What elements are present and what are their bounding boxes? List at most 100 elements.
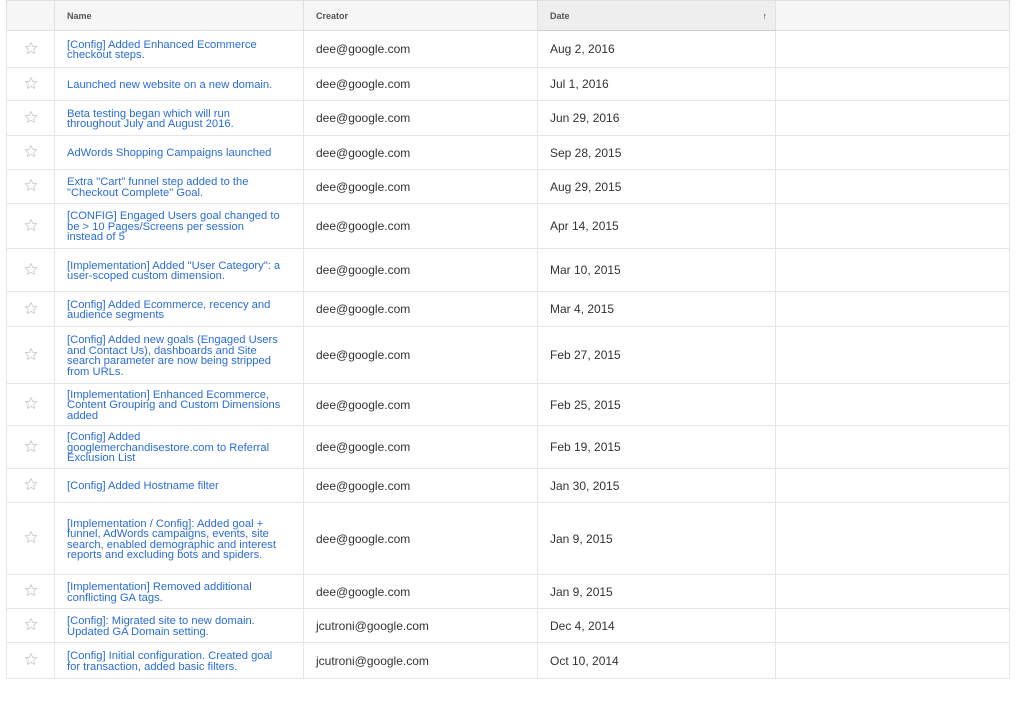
star-outline-icon[interactable]: [24, 41, 38, 55]
annotation-name-cell: [Config] Added googlemerchandisestore.co…: [54, 425, 304, 469]
star-outline-icon[interactable]: [24, 178, 38, 192]
star-outline-icon[interactable]: [24, 76, 38, 90]
star-cell: [6, 135, 55, 170]
creator-cell: jcutroni@google.com: [303, 642, 538, 679]
creator-cell: dee@google.com: [303, 67, 538, 101]
star-outline-icon[interactable]: [24, 262, 38, 276]
annotation-name-link[interactable]: [Config] Added Enhanced Ecommerce checko…: [67, 39, 257, 62]
date-text: Jun 29, 2016: [550, 111, 620, 125]
star-cell: [6, 291, 55, 327]
creator-text: jcutroni@google.com: [316, 653, 429, 668]
date-cell: Jan 9, 2015: [537, 574, 776, 609]
blank-cell: [775, 30, 1010, 68]
star-cell: [6, 67, 55, 101]
table-row: Beta testing began which will run throug…: [6, 100, 1010, 136]
annotation-name-link[interactable]: [Implementation] Added "User Category": …: [67, 260, 280, 283]
name-column-header[interactable]: Name: [54, 0, 304, 31]
star-outline-icon[interactable]: [24, 617, 38, 631]
date-text: Jan 30, 2015: [550, 478, 620, 493]
name-header-label: Name: [67, 10, 92, 21]
creator-cell: dee@google.com: [303, 502, 538, 575]
star-outline-icon[interactable]: [24, 396, 38, 410]
star-cell: [6, 383, 55, 426]
date-text: Jan 9, 2015: [550, 584, 613, 599]
annotation-name-link[interactable]: [Config] Added new goals (Engaged Users …: [67, 334, 278, 378]
sort-ascending-icon: ↑: [762, 11, 768, 21]
annotation-name-link[interactable]: [Config] Initial configuration. Created …: [67, 650, 272, 673]
creator-cell: dee@google.com: [303, 383, 538, 426]
creator-cell: dee@google.com: [303, 468, 538, 503]
annotation-name-cell: [Implementation] Added "User Category": …: [54, 248, 304, 292]
table-row: AdWords Shopping Campaigns launched dee@g…: [6, 135, 1010, 170]
date-column-header[interactable]: Date ↑: [537, 0, 776, 31]
creator-text: dee@google.com: [316, 440, 411, 454]
annotation-name-link[interactable]: [Implementation] Enhanced Ecommerce, Con…: [67, 389, 280, 422]
date-text: Oct 10, 2014: [550, 653, 619, 668]
creator-cell: dee@google.com: [303, 169, 538, 204]
blank-cell: [775, 291, 1010, 327]
annotation-name-link[interactable]: [Config] Added googlemerchandisestore.co…: [67, 431, 269, 464]
date-cell: Feb 25, 2015: [537, 383, 776, 426]
table-row: [Config] Added Ecommerce, recency and au…: [6, 291, 1010, 327]
annotation-name-link[interactable]: [Config] Added Ecommerce, recency and au…: [67, 299, 270, 322]
creator-column-header[interactable]: Creator: [303, 0, 538, 31]
annotation-name-cell: [Config] Added Hostname filter: [54, 468, 304, 503]
star-outline-icon[interactable]: [24, 301, 38, 315]
annotation-name-cell: [CONFIG] Engaged Users goal changed to b…: [54, 203, 304, 249]
annotation-name-link[interactable]: Extra "Cart" funnel step added to the "C…: [67, 176, 248, 199]
date-cell: Oct 10, 2014: [537, 642, 776, 679]
annotation-name-link[interactable]: Beta testing began which will run throug…: [67, 108, 234, 131]
star-outline-icon[interactable]: [24, 110, 38, 124]
annotation-name-cell: [Config] Added new goals (Engaged Users …: [54, 326, 304, 384]
blank-cell: [775, 383, 1010, 426]
star-cell: [6, 203, 55, 249]
date-cell: Feb 19, 2015: [537, 425, 776, 469]
star-outline-icon[interactable]: [24, 652, 38, 666]
creator-cell: dee@google.com: [303, 30, 538, 68]
creator-text: dee@google.com: [316, 478, 411, 493]
annotation-name-link[interactable]: Launched new website on a new domain.: [67, 79, 272, 91]
star-outline-icon[interactable]: [24, 144, 38, 158]
date-cell: Mar 4, 2015: [537, 291, 776, 327]
annotation-name-cell: [Config]: Migrated site to new domain. U…: [54, 608, 304, 643]
annotation-name-link[interactable]: [Config]: Migrated site to new domain. U…: [67, 615, 255, 638]
annotation-name-link[interactable]: [Implementation] Removed additional conf…: [67, 581, 252, 604]
star-outline-icon[interactable]: [24, 530, 38, 544]
creator-text: dee@google.com: [316, 397, 411, 412]
blank-cell: [775, 67, 1010, 101]
date-cell: Mar 10, 2015: [537, 248, 776, 292]
blank-cell: [775, 248, 1010, 292]
annotation-name-cell: [Implementation / Config]: Added goal + …: [54, 502, 304, 575]
creator-text: dee@google.com: [316, 302, 411, 316]
date-text: Apr 14, 2015: [550, 219, 619, 233]
annotation-name-cell: [Config] Added Ecommerce, recency and au…: [54, 291, 304, 327]
blank-cell: [775, 502, 1010, 575]
creator-text: dee@google.com: [316, 219, 411, 233]
annotations-table-container: Name Creator Date ↑ [Config] Added Enhan…: [6, 0, 1018, 679]
star-cell: [6, 502, 55, 575]
star-outline-icon[interactable]: [24, 583, 38, 597]
table-header-row: Name Creator Date ↑: [6, 0, 1010, 31]
star-outline-icon[interactable]: [24, 439, 38, 453]
table-row: [Implementation] Added "User Category": …: [6, 248, 1010, 292]
table-row: [Config] Added Enhanced Ecommerce checko…: [6, 30, 1010, 68]
star-cell: [6, 468, 55, 503]
date-cell: Dec 4, 2014: [537, 608, 776, 643]
annotation-name-link[interactable]: [Implementation / Config]: Added goal + …: [67, 518, 276, 562]
annotation-name-cell: [Implementation] Removed additional conf…: [54, 574, 304, 609]
annotation-name-cell: [Config] Added Enhanced Ecommerce checko…: [54, 30, 304, 68]
blank-cell: [775, 169, 1010, 204]
annotation-name-link[interactable]: AdWords Shopping Campaigns launched: [67, 147, 271, 159]
date-cell: Apr 14, 2015: [537, 203, 776, 249]
blank-cell: [775, 642, 1010, 679]
table-row: [Implementation] Removed additional conf…: [6, 574, 1010, 609]
date-text: Feb 25, 2015: [550, 397, 621, 412]
star-outline-icon[interactable]: [24, 347, 38, 361]
annotation-name-link[interactable]: [CONFIG] Engaged Users goal changed to b…: [67, 210, 280, 243]
star-outline-icon[interactable]: [24, 477, 38, 491]
creator-text: dee@google.com: [316, 77, 411, 91]
star-outline-icon[interactable]: [24, 218, 38, 232]
annotation-name-link[interactable]: [Config] Added Hostname filter: [67, 480, 219, 492]
date-cell: Jul 1, 2016: [537, 67, 776, 101]
blank-cell: [775, 574, 1010, 609]
